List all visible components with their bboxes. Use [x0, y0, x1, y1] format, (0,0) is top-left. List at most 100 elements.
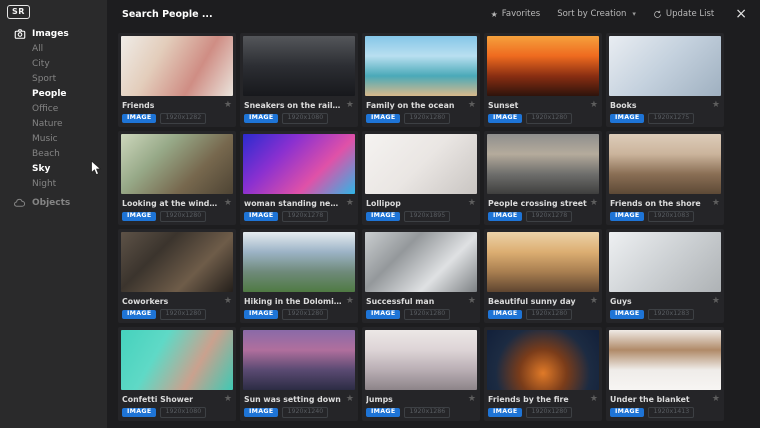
image-thumbnail[interactable]	[365, 330, 477, 390]
image-thumbnail[interactable]	[487, 36, 599, 96]
dimensions-badge: 1920x1280	[526, 309, 572, 319]
type-badge: IMAGE	[244, 212, 278, 221]
sidebar-item-label: Sport	[32, 74, 56, 84]
image-card[interactable]: Friends ★ IMAGE 1920x1282	[118, 33, 236, 127]
image-card[interactable]: Friends on the shore ★ IMAGE 1920x1083	[606, 131, 724, 225]
favorite-star-icon[interactable]: ★	[712, 198, 720, 208]
favorite-star-icon[interactable]: ★	[590, 394, 598, 404]
favorite-star-icon[interactable]: ★	[224, 296, 232, 306]
image-card[interactable]: Sunset ★ IMAGE 1920x1280	[484, 33, 602, 127]
sidebar-item-night[interactable]: Night	[0, 176, 107, 191]
image-thumbnail[interactable]	[365, 232, 477, 292]
favorite-star-icon[interactable]: ★	[712, 100, 720, 110]
image-thumbnail[interactable]	[609, 232, 721, 292]
favorite-star-icon[interactable]: ★	[346, 394, 354, 404]
update-list-button[interactable]: Update List	[653, 9, 714, 19]
sort-dropdown[interactable]: Sort by Creation ▾	[557, 9, 636, 19]
type-badge: IMAGE	[610, 310, 644, 319]
sidebar-item-sky[interactable]: Sky	[0, 161, 107, 176]
close-icon[interactable]: ×	[735, 7, 747, 21]
image-card[interactable]: Friends by the fire ★ IMAGE 1920x1280	[484, 327, 602, 421]
favorite-star-icon[interactable]: ★	[590, 100, 598, 110]
favorite-star-icon[interactable]: ★	[346, 198, 354, 208]
favorite-star-icon[interactable]: ★	[468, 198, 476, 208]
sidebar: SR Images All City Sport People Office N…	[0, 0, 107, 428]
app-logo: SR	[7, 5, 30, 19]
favorite-star-icon[interactable]: ★	[346, 100, 354, 110]
sidebar-item-office[interactable]: Office	[0, 101, 107, 116]
image-card[interactable]: People crossing street ★ IMAGE 1920x1278	[484, 131, 602, 225]
favorite-star-icon[interactable]: ★	[224, 394, 232, 404]
image-card[interactable]: Successful man ★ IMAGE 1920x1280	[362, 229, 480, 323]
image-card[interactable]: Family on the ocean ★ IMAGE 1920x1280	[362, 33, 480, 127]
image-thumbnail[interactable]	[121, 134, 233, 194]
cloud-icon	[13, 196, 26, 209]
image-thumbnail[interactable]	[609, 330, 721, 390]
image-card[interactable]: Books ★ IMAGE 1920x1275	[606, 33, 724, 127]
favorites-button[interactable]: ★ Favorites	[491, 9, 541, 19]
sidebar-item-nature[interactable]: Nature	[0, 116, 107, 131]
card-title: Family on the ocean	[366, 101, 465, 110]
topbar: ★ Favorites Sort by Creation ▾ Update Li…	[107, 0, 760, 28]
sidebar-item-sport[interactable]: Sport	[0, 71, 107, 86]
dimensions-badge: 1920x1280	[526, 113, 572, 123]
image-thumbnail[interactable]	[609, 134, 721, 194]
image-thumbnail[interactable]	[365, 134, 477, 194]
image-thumbnail[interactable]	[121, 232, 233, 292]
image-card[interactable]: Jumps ★ IMAGE 1920x1286	[362, 327, 480, 421]
sidebar-item-music[interactable]: Music	[0, 131, 107, 146]
type-badge: IMAGE	[366, 408, 400, 417]
image-thumbnail[interactable]	[243, 134, 355, 194]
favorite-star-icon[interactable]: ★	[712, 296, 720, 306]
image-thumbnail[interactable]	[243, 36, 355, 96]
search-input[interactable]	[122, 9, 491, 20]
image-thumbnail[interactable]	[243, 330, 355, 390]
card-title: Hiking in the Dolomites	[244, 297, 343, 306]
favorite-star-icon[interactable]: ★	[712, 394, 720, 404]
image-thumbnail[interactable]	[487, 134, 599, 194]
sidebar-section-images[interactable]: Images	[0, 26, 107, 41]
card-title: Sun was setting down	[244, 395, 343, 404]
favorite-star-icon[interactable]: ★	[224, 198, 232, 208]
sidebar-item-label: Objects	[32, 198, 70, 208]
image-thumbnail[interactable]	[365, 36, 477, 96]
card-title: Confetti Shower	[122, 395, 221, 404]
type-badge: IMAGE	[244, 114, 278, 123]
card-title: Beautiful sunny day	[488, 297, 587, 306]
sidebar-item-people[interactable]: People	[0, 86, 107, 101]
sidebar-item-city[interactable]: City	[0, 56, 107, 71]
image-card[interactable]: woman standing near buildings ★ IMAGE 19…	[240, 131, 358, 225]
image-thumbnail[interactable]	[487, 232, 599, 292]
favorite-star-icon[interactable]: ★	[590, 198, 598, 208]
favorite-star-icon[interactable]: ★	[468, 296, 476, 306]
favorite-star-icon[interactable]: ★	[346, 296, 354, 306]
sidebar-item-beach[interactable]: Beach	[0, 146, 107, 161]
image-card[interactable]: Confetti Shower ★ IMAGE 1920x1080	[118, 327, 236, 421]
image-card[interactable]: Coworkers ★ IMAGE 1920x1280	[118, 229, 236, 323]
image-card[interactable]: Hiking in the Dolomites ★ IMAGE 1920x128…	[240, 229, 358, 323]
sidebar-item-all[interactable]: All	[0, 41, 107, 56]
favorite-star-icon[interactable]: ★	[224, 100, 232, 110]
image-thumbnail[interactable]	[609, 36, 721, 96]
image-card[interactable]: Under the blanket ★ IMAGE 1920x1413	[606, 327, 724, 421]
favorite-star-icon[interactable]: ★	[590, 296, 598, 306]
image-card[interactable]: Beautiful sunny day ★ IMAGE 1920x1280	[484, 229, 602, 323]
dimensions-badge: 1920x1280	[526, 407, 572, 417]
image-card[interactable]: Sun was setting down ★ IMAGE 1920x1240	[240, 327, 358, 421]
image-thumbnail[interactable]	[487, 330, 599, 390]
image-thumbnail[interactable]	[121, 330, 233, 390]
image-card[interactable]: Looking at the window ★ IMAGE 1920x1280	[118, 131, 236, 225]
dimensions-badge: 1920x1280	[404, 309, 450, 319]
image-card[interactable]: Sneakers on the railroad ★ IMAGE 1920x10…	[240, 33, 358, 127]
card-title: Friends on the shore	[610, 199, 709, 208]
image-card[interactable]: Guys ★ IMAGE 1920x1283	[606, 229, 724, 323]
image-thumbnail[interactable]	[121, 36, 233, 96]
card-title: Books	[610, 101, 709, 110]
dimensions-badge: 1920x1280	[160, 211, 206, 221]
favorite-star-icon[interactable]: ★	[468, 100, 476, 110]
image-card[interactable]: Lollipop ★ IMAGE 1920x1895	[362, 131, 480, 225]
favorite-star-icon[interactable]: ★	[468, 394, 476, 404]
image-thumbnail[interactable]	[243, 232, 355, 292]
type-badge: IMAGE	[610, 114, 644, 123]
sidebar-section-objects[interactable]: Objects	[0, 195, 107, 210]
